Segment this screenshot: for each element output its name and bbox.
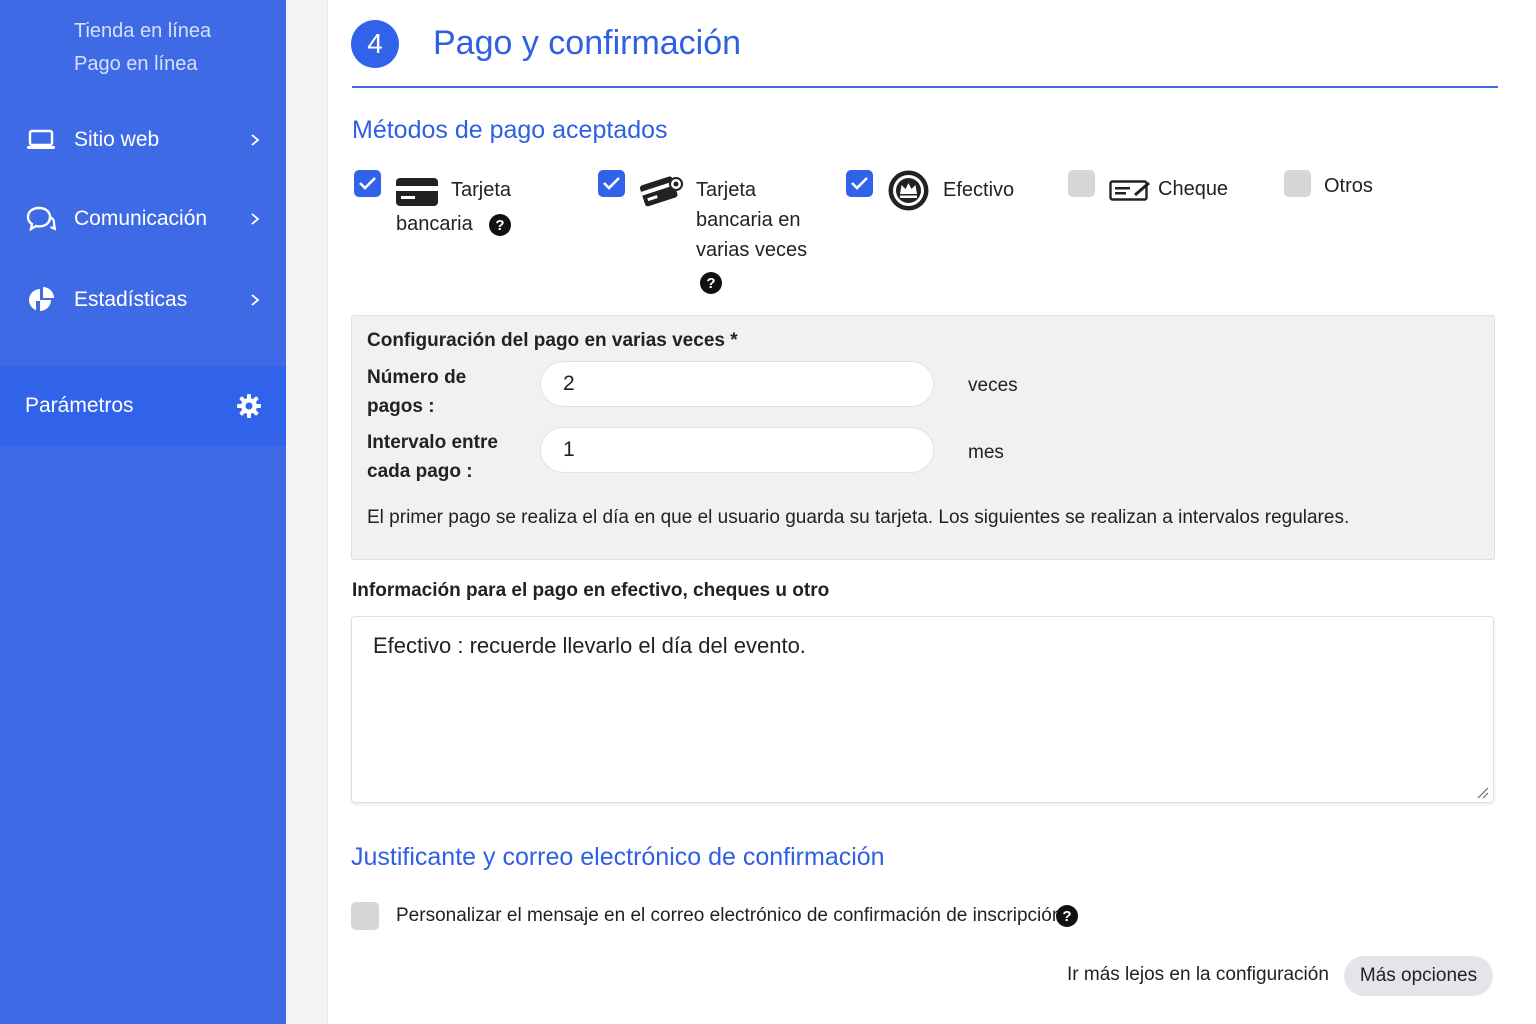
chevron-right-icon <box>251 294 260 306</box>
sidebar-item-label: Sitio web <box>74 128 160 151</box>
laptop-icon <box>27 129 55 149</box>
payment-method-label: Efectivo <box>943 179 1015 201</box>
payments-count-label: pagos : <box>367 396 435 417</box>
sidebar-item-label: Comunicación <box>74 207 208 230</box>
credit-card-icon <box>396 178 438 206</box>
payment-info-textarea[interactable]: Efectivo : recuerde llevarlo el día del … <box>351 616 1494 803</box>
payment-interval-label: Intervalo entre <box>367 432 498 453</box>
payment-interval-label: cada pago : <box>367 461 473 482</box>
further-config-label: Ir más lejos en la configuración <box>1067 964 1329 985</box>
checkbox-customize-message[interactable] <box>351 902 379 930</box>
payment-method-label: Otros <box>1324 175 1373 197</box>
pie-chart-icon <box>29 287 54 312</box>
payment-method-label: Tarjeta <box>451 179 512 201</box>
help-icon[interactable]: ? <box>1056 905 1078 927</box>
payment-method-label: bancaria <box>396 213 473 235</box>
payment-methods-title: Métodos de pago aceptados <box>352 116 668 144</box>
sidebar-link-online-payment[interactable]: Pago en línea <box>74 53 197 76</box>
confirmation-title: Justificante y correo electrónico de con… <box>351 843 885 871</box>
sidebar-item-label: Estadísticas <box>74 288 188 311</box>
title-divider <box>352 86 1498 88</box>
checkbox-bank-card[interactable] <box>354 170 381 197</box>
installments-config-title: Configuración del pago en varias veces * <box>367 330 738 351</box>
step-number-badge: 4 <box>351 20 399 68</box>
sidebar: Tienda en línea Pago en línea Sitio web … <box>0 0 286 1024</box>
payment-method-label: bancaria en <box>696 209 801 231</box>
payment-method-label: Tarjeta <box>696 179 757 201</box>
payments-count-label: Número de <box>367 367 467 388</box>
payments-count-input[interactable]: 2 <box>540 361 934 407</box>
checkbox-cash[interactable] <box>846 170 873 197</box>
content-gutter <box>286 0 328 1024</box>
multi-card-icon <box>640 176 683 207</box>
checkbox-other[interactable] <box>1284 170 1311 197</box>
installments-note: El primer pago se realiza el día en que … <box>367 507 1350 528</box>
payments-count-unit: veces <box>968 375 1018 396</box>
sidebar-item-settings[interactable]: Parámetros <box>0 366 286 446</box>
chat-icon <box>26 206 56 232</box>
sidebar-item-communication[interactable]: Comunicación <box>0 189 286 249</box>
help-icon[interactable]: ? <box>489 214 511 236</box>
customize-message-label: Personalizar el mensaje en el correo ele… <box>396 905 1063 926</box>
chevron-right-icon <box>251 134 260 146</box>
payment-method-label: varias veces <box>696 239 808 261</box>
resize-handle-icon[interactable] <box>1476 786 1490 800</box>
sidebar-item-label: Parámetros <box>25 394 134 417</box>
check-icon <box>603 177 620 190</box>
help-icon[interactable]: ? <box>700 272 722 294</box>
chevron-right-icon <box>251 213 260 225</box>
payment-method-label: Cheque <box>1158 178 1229 200</box>
checkbox-cheque[interactable] <box>1068 170 1095 197</box>
sidebar-item-website[interactable]: Sitio web <box>0 110 286 170</box>
page-title: Pago y confirmación <box>433 24 742 62</box>
cash-icon <box>888 170 929 211</box>
sidebar-link-online-store[interactable]: Tienda en línea <box>74 20 211 43</box>
payment-interval-input[interactable]: 1 <box>540 427 934 473</box>
input-value: 2 <box>563 372 575 395</box>
cheque-icon <box>1109 180 1150 201</box>
checkbox-installments[interactable] <box>598 170 625 197</box>
input-value: 1 <box>563 438 575 461</box>
sidebar-item-statistics[interactable]: Estadísticas <box>0 270 286 330</box>
textarea-value: Efectivo : recuerde llevarlo el día del … <box>373 633 806 658</box>
gear-icon <box>237 394 261 418</box>
payment-info-title: Información para el pago en efectivo, ch… <box>352 580 830 601</box>
check-icon <box>851 177 868 190</box>
more-options-button[interactable]: Más opciones <box>1344 956 1493 996</box>
check-icon <box>359 177 376 190</box>
payment-interval-unit: mes <box>968 442 1004 463</box>
